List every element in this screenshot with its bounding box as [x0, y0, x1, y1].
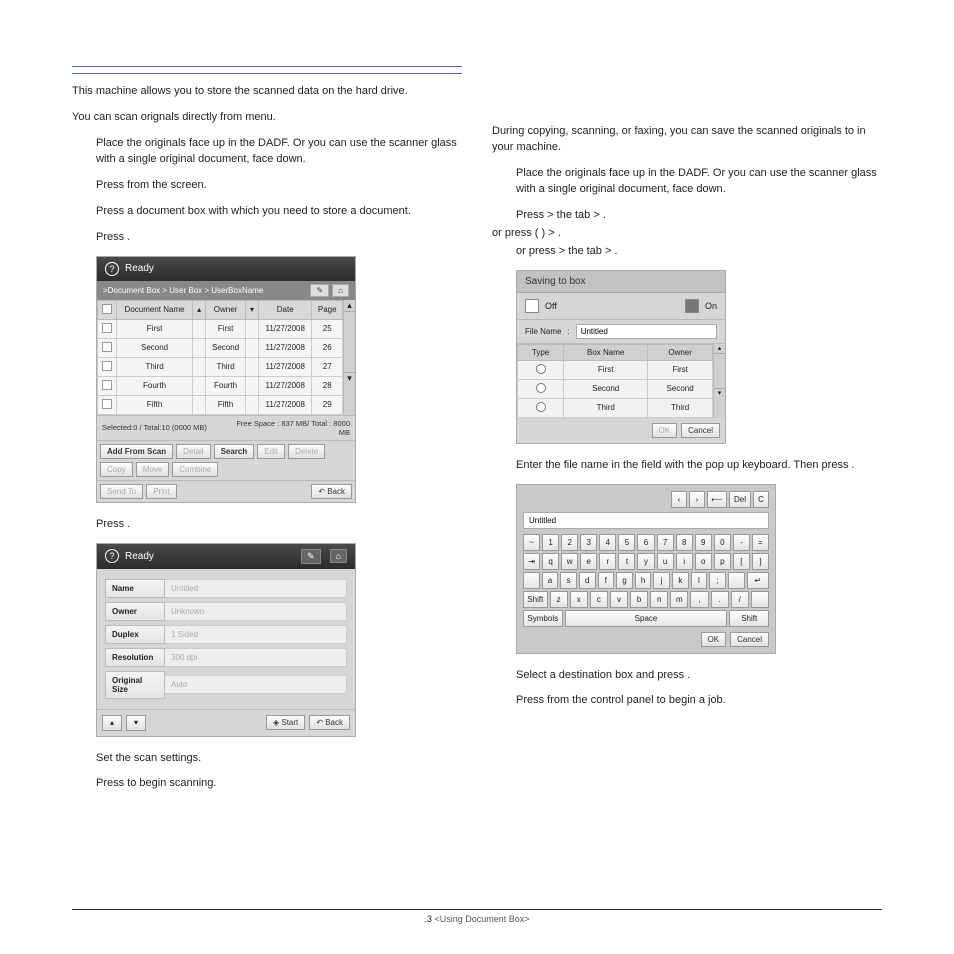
document-table: Document Name ▴ Owner ▾ Date Page FirstF… [97, 300, 343, 415]
name-row: NameUntitled [105, 579, 347, 598]
row-select[interactable] [536, 364, 546, 374]
back-button[interactable]: ↶ Back [309, 715, 350, 730]
page-footer: .3 <Using Document Box> [72, 909, 882, 924]
table-row: ThirdThird11/27/200827 [98, 357, 343, 376]
add-from-scan-button[interactable]: Add From Scan [100, 444, 173, 459]
file-name-label: File Name [525, 327, 561, 336]
space-key[interactable]: Space [565, 610, 728, 627]
backspace-key[interactable]: ⟵ [707, 491, 727, 508]
table-row: FourthFourth11/27/200828 [98, 376, 343, 395]
sort-menu-icon[interactable]: ▾ [245, 300, 258, 319]
panel1-titlebar: ? Ready [97, 257, 355, 281]
prev-button[interactable]: ▴ [102, 715, 122, 731]
step-set-scan: Set the scan settings. [96, 751, 462, 767]
box-table: TypeBox NameOwner FirstFirst SecondSecon… [517, 344, 713, 418]
edit-button[interactable]: Edit [257, 444, 285, 459]
scrollbar[interactable]: ▴ ▾ [713, 344, 725, 418]
selected-info: Selected:0 / Total:10 (0000 MB) [100, 423, 225, 432]
keyboard-input[interactable] [523, 512, 769, 529]
home-button[interactable]: ⌂ [332, 284, 349, 297]
kb-ok-button[interactable]: OK [701, 632, 727, 647]
section-heading-rule-1 [72, 66, 462, 67]
press-line-3: or press > the tab > . [516, 244, 882, 260]
intro-text: This machine allows you to store the sca… [72, 84, 462, 100]
scan-settings-panel: ? Ready ✎ ⌂ NameUntitled OwnerUnknown Du… [96, 543, 356, 737]
next-button[interactable]: ▾ [126, 715, 146, 731]
right-intro: During copying, scanning, or faxing, you… [492, 124, 882, 156]
cancel-button[interactable]: Cancel [681, 423, 720, 438]
press-line-2: or press ( ) > . [492, 226, 882, 242]
step-place-originals: Place the originals face up in the DADF.… [96, 136, 462, 168]
select-all-checkbox[interactable] [102, 304, 112, 314]
step-press-after: Press . [96, 517, 462, 533]
onscreen-keyboard: ‹ › ⟵ Del C ~1234567890-= ⇥qwertyuiop[] … [516, 484, 776, 654]
copy-button[interactable]: Copy [100, 462, 133, 477]
settings-button[interactable]: ✎ [301, 549, 321, 564]
shift-key[interactable]: Shift [729, 610, 769, 627]
scan-from-menu: You can scan orignals directly from menu… [72, 110, 462, 126]
enter-key[interactable]: ↵ [747, 572, 769, 589]
section-heading-rule-2 [72, 73, 462, 74]
step-select-dest: Select a destination box and press . [516, 668, 882, 684]
del-key[interactable]: Del [729, 491, 751, 508]
panel2-title: Ready [125, 551, 154, 562]
help-icon[interactable]: ? [105, 262, 119, 276]
on-toggle[interactable] [685, 299, 699, 313]
delete-button[interactable]: Delete [288, 444, 325, 459]
section-name: <Using Document Box> [434, 914, 529, 924]
table-row: FifthFifth11/27/200829 [98, 395, 343, 414]
ok-button[interactable]: OK [652, 423, 678, 438]
off-toggle[interactable] [525, 299, 539, 313]
panel2-titlebar: ? Ready ✎ ⌂ [97, 544, 355, 569]
next-key[interactable]: › [689, 491, 705, 508]
table-row: ThirdThird [518, 398, 713, 417]
move-button[interactable]: Move [136, 462, 170, 477]
duplex-row: Duplex1 Sided [105, 625, 347, 644]
left-column: This machine allows you to store the sca… [72, 60, 462, 802]
search-button[interactable]: Search [214, 444, 255, 459]
original-size-row: Original SizeAuto [105, 671, 347, 699]
step-press-from-screen: Press from the screen. [96, 178, 462, 194]
table-row: FirstFirst11/27/200825 [98, 319, 343, 338]
combine-button[interactable]: Combine [172, 462, 218, 477]
table-row: SecondSecond [518, 379, 713, 398]
resolution-row: Resolution300 dpi [105, 648, 347, 667]
step-place-right: Place the originals face up in the DADF.… [516, 166, 882, 198]
print-button[interactable]: Print [146, 484, 176, 499]
file-name-input[interactable] [576, 324, 717, 339]
prev-key[interactable]: ‹ [671, 491, 687, 508]
step-filename: Enter the file name in the field with th… [516, 458, 882, 474]
help-icon[interactable]: ? [105, 549, 119, 563]
symbols-key[interactable]: Symbols [523, 610, 563, 627]
table-row: SecondSecond11/27/200826 [98, 338, 343, 357]
step-press: Press . [96, 230, 462, 246]
step-press-begin: Press to begin scanning. [96, 776, 462, 792]
step-press-box: Press a document box with which you need… [96, 204, 462, 220]
saving-to-box-panel: Saving to box Off On File Name: TypeBox … [516, 270, 726, 444]
stb-title: Saving to box [517, 271, 725, 293]
row-select[interactable] [536, 402, 546, 412]
right-column: During copying, scanning, or faxing, you… [492, 60, 882, 802]
row-select[interactable] [536, 383, 546, 393]
scrollbar[interactable]: ▴ ▾ [343, 300, 355, 415]
clear-key[interactable]: C [753, 491, 769, 508]
panel1-breadcrumb: >Document Box > User Box > UserBoxName ✎… [97, 281, 355, 300]
back-button[interactable]: ↶ Back [311, 484, 352, 499]
freespace-info: Free Space : 837 MB/ Total : 8000 MB [228, 419, 353, 437]
owner-row: OwnerUnknown [105, 602, 347, 621]
detail-button[interactable]: Detail [176, 444, 210, 459]
home-button[interactable]: ⌂ [330, 549, 347, 563]
panel1-title: Ready [125, 263, 154, 274]
page-number: .3 [424, 914, 432, 924]
send-to-button[interactable]: Send To [100, 484, 143, 499]
table-row: FirstFirst [518, 360, 713, 379]
document-box-panel: ? Ready >Document Box > User Box > UserB… [96, 256, 356, 503]
edit-path-button[interactable]: ✎ [310, 284, 329, 297]
sort-arrow-icon[interactable]: ▴ [193, 300, 206, 319]
kb-cancel-button[interactable]: Cancel [730, 632, 769, 647]
start-button[interactable]: ◈ Start [266, 715, 305, 730]
step-press-control: Press from the control panel to begin a … [516, 693, 882, 709]
press-line-1: Press > the tab > . [516, 208, 882, 224]
page-content: This machine allows you to store the sca… [0, 0, 954, 842]
